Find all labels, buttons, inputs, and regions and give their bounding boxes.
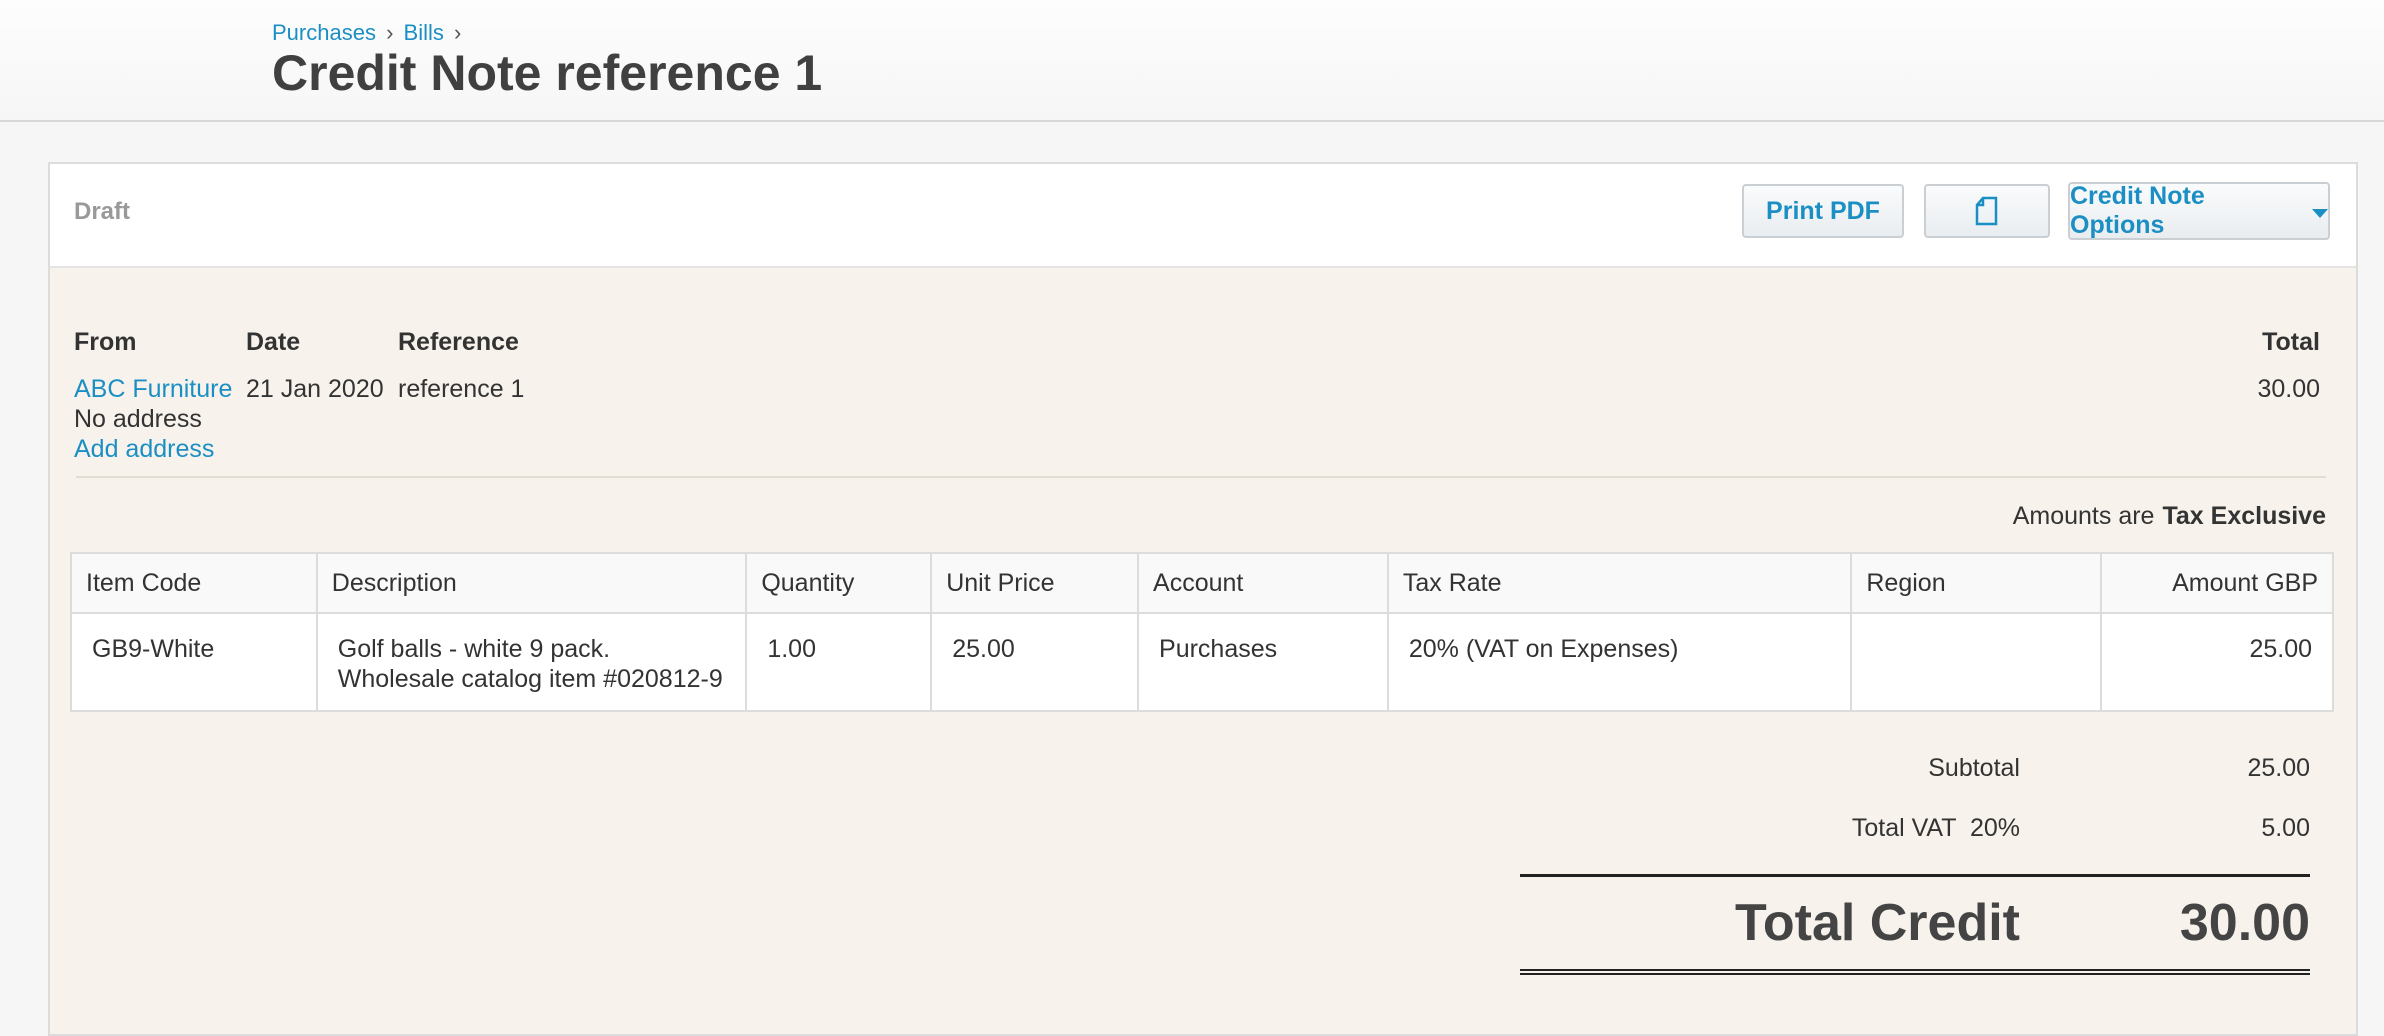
toolbar: Draft Print PDF Credit Note Options xyxy=(50,164,2356,268)
amounts-are-label: Amounts are xyxy=(2012,502,2155,530)
from-block: ABC Furniture No address Add address xyxy=(74,374,232,464)
account-cell: Purchases xyxy=(1137,612,1389,712)
page-title: Credit Note reference 1 xyxy=(272,45,823,101)
subtotal-value: 25.00 xyxy=(2247,754,2310,782)
credit-note-options-button[interactable]: Credit Note Options xyxy=(2068,182,2330,240)
no-address-text: No address xyxy=(74,405,202,433)
amounts-are-value[interactable]: Tax Exclusive xyxy=(2162,502,2326,530)
table-header-row: Item Code Description Quantity Unit Pric… xyxy=(70,552,2334,614)
vat-label: Total VAT 20% xyxy=(1851,814,2020,842)
copy-button[interactable] xyxy=(1924,184,2050,238)
subtotal-row: Subtotal 25.00 xyxy=(1520,754,2310,814)
item-code-cell: GB9-White xyxy=(70,612,318,712)
column-header: Tax Rate xyxy=(1386,552,1853,614)
print-pdf-button[interactable]: Print PDF xyxy=(1742,184,1904,238)
credit-note-options-label: Credit Note Options xyxy=(2070,182,2205,239)
breadcrumb-separator: › xyxy=(454,20,462,45)
vat-value: 5.00 xyxy=(2261,814,2310,842)
total-label: Total xyxy=(2262,328,2320,356)
reference-value: reference 1 xyxy=(398,375,525,403)
total-credit-label: Total Credit xyxy=(1734,894,2020,952)
column-header: Description xyxy=(315,552,748,614)
date-label: Date xyxy=(246,328,301,356)
add-address-link[interactable]: Add address xyxy=(74,435,214,463)
column-header: Region xyxy=(1850,552,2103,614)
chevron-down-icon xyxy=(2312,208,2328,218)
tax-rate-cell: 20% (VAT on Expenses) xyxy=(1386,612,1853,712)
total-value: 30.00 xyxy=(2257,375,2320,403)
column-header: Amount GBP xyxy=(2100,552,2334,614)
total-credit-value: 30.00 xyxy=(2179,894,2310,952)
amounts-are: Amounts are Tax Exclusive xyxy=(2013,502,2326,531)
reference-label: Reference xyxy=(398,328,519,356)
breadcrumb-bills[interactable]: Bills xyxy=(404,20,444,45)
status-label: Draft xyxy=(74,198,131,225)
breadcrumb-purchases[interactable]: Purchases xyxy=(272,20,376,45)
divider xyxy=(76,476,2326,478)
vat-row: Total VAT 20% 5.00 xyxy=(1520,814,2310,874)
table-row: GB9-White Golf balls - white 9 pack. Who… xyxy=(70,612,2334,712)
column-header: Unit Price xyxy=(930,552,1140,614)
date-value: 21 Jan 2020 xyxy=(246,375,384,403)
quantity-cell: 1.00 xyxy=(745,612,933,712)
region-cell xyxy=(1850,612,2103,712)
page-header: Purchases › Bills › Credit Note referenc… xyxy=(0,0,2384,122)
credit-note-panel: Draft Print PDF Credit Note Options From… xyxy=(48,162,2358,1036)
total-credit-row: Total Credit 30.00 xyxy=(1520,874,2310,975)
unit-price-cell: 25.00 xyxy=(930,612,1140,712)
subtotal-label: Subtotal xyxy=(1928,754,2020,782)
line-items-table: Item Code Description Quantity Unit Pric… xyxy=(70,552,2334,712)
column-header: Account xyxy=(1137,552,1389,614)
breadcrumb: Purchases › Bills › xyxy=(272,20,465,46)
document-copy-icon xyxy=(1975,196,1998,226)
description-cell: Golf balls - white 9 pack. Wholesale cat… xyxy=(315,612,748,712)
breadcrumb-separator: › xyxy=(386,20,394,45)
column-header: Quantity xyxy=(745,552,933,614)
from-label: From xyxy=(74,328,137,356)
column-header: Item Code xyxy=(70,552,318,614)
amount-cell: 25.00 xyxy=(2100,612,2334,712)
totals-block: Subtotal 25.00 Total VAT 20% 5.00 Total … xyxy=(1520,754,2310,975)
contact-link[interactable]: ABC Furniture xyxy=(74,375,232,403)
